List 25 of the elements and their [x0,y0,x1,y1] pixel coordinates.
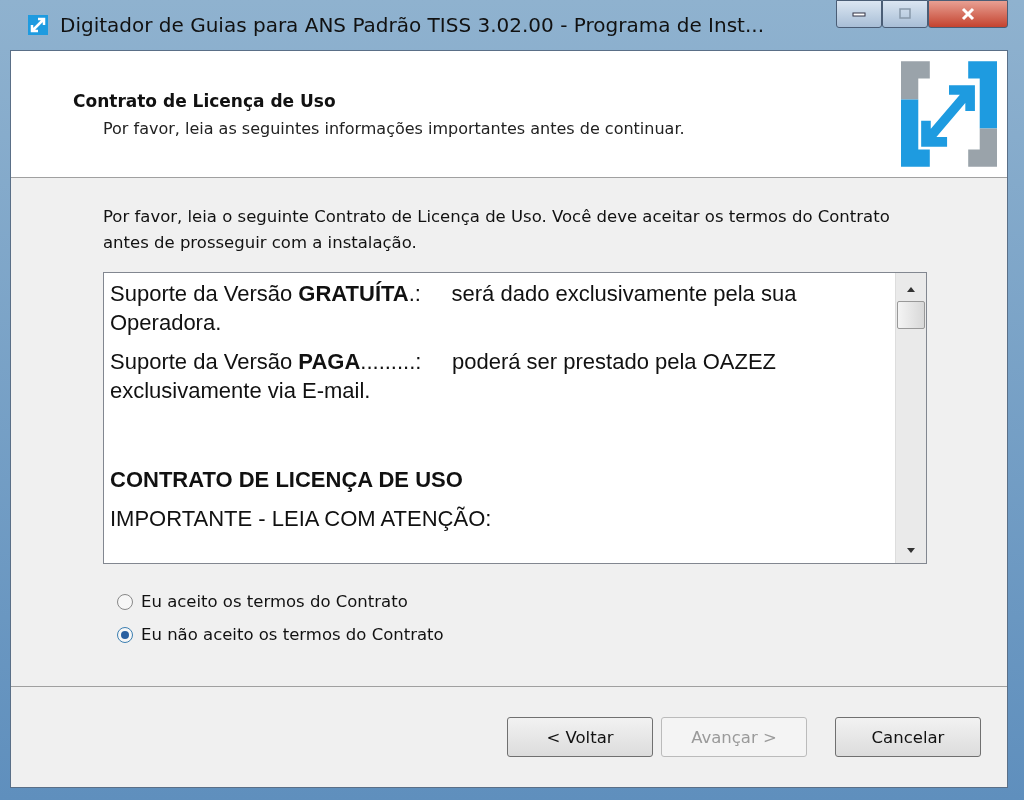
scroll-up-icon[interactable] [906,285,916,293]
license-paragraph: Suporte da Versão PAGA.........: poderá ser prestado pela OAZEZ exclusivamente via E-mail. [110,348,778,405]
close-icon [960,7,976,21]
maximize-button[interactable] [882,0,928,28]
scroll-down-icon[interactable] [906,547,916,555]
license-heading: CONTRATO DE LICENÇA DE USO [110,466,464,494]
close-button[interactable] [928,0,1008,28]
wizard-button[interactable]: Cancelar [835,717,981,757]
window-title: Digitador de Guias para ANS Padrão TISS 3.02.00 - Programa de Inst... [60,13,764,37]
scrollbar[interactable] [895,273,926,563]
maximize-icon [897,8,913,20]
radio-option[interactable]: Eu aceito os termos do Contrato [117,592,927,611]
minimize-icon [851,10,867,18]
license-paragraph: IMPORTANTE - LEIA COM ATENÇÃO: [110,505,493,533]
minimize-button[interactable] [836,0,882,28]
intro-text: Por favor, leia o seguinte Contrato de Licença de Uso. Você deve aceitar os termos do Contrato antes de prosseguir com a instalação. [103,206,891,254]
scroll-thumb[interactable] [897,301,925,329]
wizard-button[interactable]: < Voltar [507,717,653,757]
logo-icon [901,60,997,168]
page-title: Contrato de Licença de Uso [73,90,337,111]
license-paragraph: Suporte da Versão GRATUÍTA.: será dado exclusivamente pela sua Operadora. [110,280,798,337]
app-icon [26,13,50,37]
radio-option[interactable]: Eu não aceito os termos do Contrato [117,625,927,644]
license-text-area[interactable] [103,272,927,564]
page-subtitle: Por favor, leia as seguintes informações importantes antes de continuar. [103,118,685,138]
